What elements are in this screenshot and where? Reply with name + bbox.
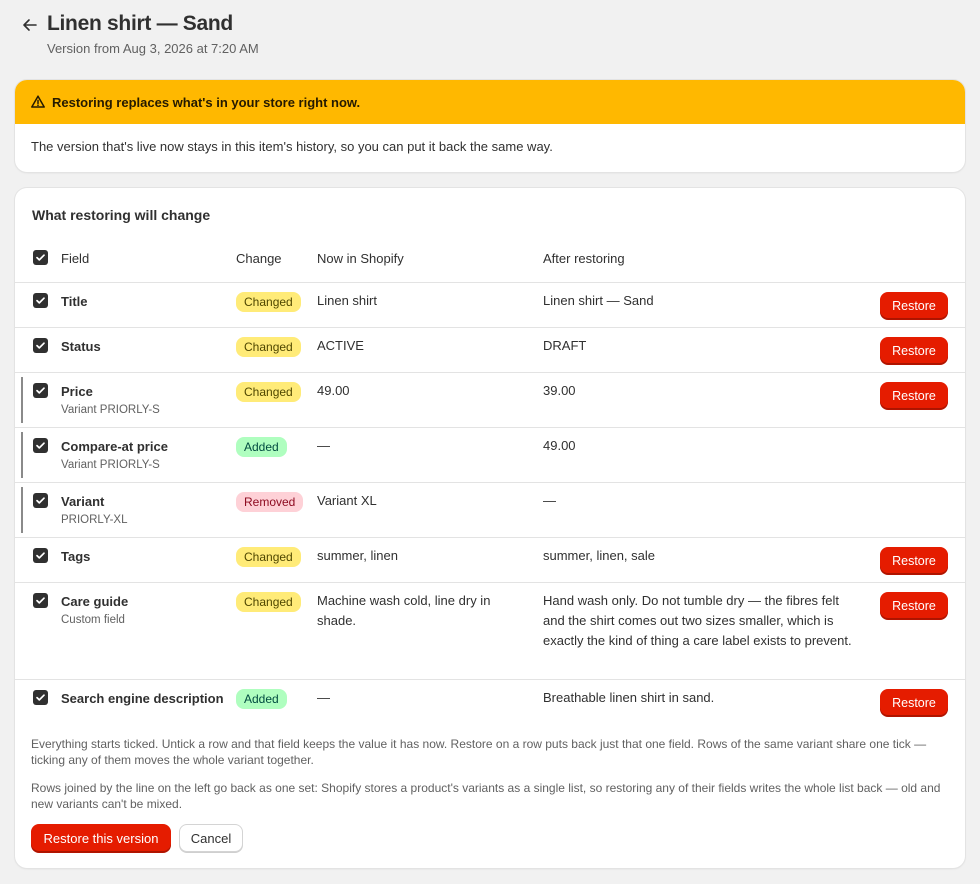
field-name: Care guide [61,594,129,609]
row-restore-button[interactable]: Restore [880,292,948,319]
value-after: 49.00 [543,438,576,453]
cancel-button[interactable]: Cancel [179,824,243,852]
row-checkbox[interactable] [33,493,48,508]
page-title: Linen shirt — Sand [47,12,233,35]
table-row: Price Variant PRIORLY-S Changed 49.00 39.00 R… [15,373,965,428]
column-header-now: Now in Shopify [317,251,404,266]
column-header-field: Field [61,251,90,266]
checkmark-icon [36,694,45,701]
card-title: What restoring will change [32,207,211,223]
row-checkbox[interactable] [33,293,48,308]
checkmark-icon [36,297,45,304]
field-name: Title [61,294,88,309]
field-name: Search engine description [61,691,224,706]
value-now: 49.00 [317,383,350,398]
restore-version-button[interactable]: Restore this version [31,824,171,852]
checkmark-icon [36,387,45,394]
value-now: summer, linen [317,548,398,563]
row-checkbox[interactable] [33,383,48,398]
field-name: Compare-at price [61,439,168,454]
row-checkbox[interactable] [33,593,48,608]
warning-triangle-icon [31,95,45,108]
field-name: Price [61,384,93,399]
row-checkbox[interactable] [33,438,48,453]
value-after: Breathable linen shirt in sand. [543,690,715,705]
table-row: Title Changed Linen shirt Linen shirt — San… [15,283,965,328]
value-after: DRAFT [543,338,587,353]
field-subtitle: Custom field [61,614,125,626]
field-name: Status [61,339,101,354]
footnote-grouping: Rows joined by the line on the left go b… [31,781,941,811]
column-header-after: After restoring [543,251,625,266]
variant-group-line [21,487,23,533]
banner-body: The version that's live now stays in thi… [31,139,553,154]
field-subtitle: Variant PRIORLY-S [61,459,160,471]
banner-header: Restoring replaces what's in your store … [15,80,965,124]
table-row: Search engine description Added — Breathabl… [15,680,965,724]
value-now: — [317,690,330,705]
change-badge: Changed [236,382,301,402]
row-checkbox[interactable] [33,690,48,705]
field-name: Variant [61,494,105,509]
value-after: 39.00 [543,383,576,398]
checkmark-icon [36,552,45,559]
checkmark-icon [36,597,45,604]
field-name: Tags [61,549,91,564]
page-subtitle: Version from Aug 3, 2026 at 7:20 AM [47,41,259,56]
change-badge: Added [236,689,287,709]
row-restore-button[interactable]: Restore [880,547,948,574]
checkmark-icon [36,442,45,449]
table-row: Compare-at price Variant PRIORLY-S Added — 4… [15,428,965,483]
change-badge: Changed [236,547,301,567]
changes-card: What restoring will change Field Change … [15,188,965,868]
warning-banner: Restoring replaces what's in your store … [15,80,965,172]
table-row: Care guide Custom field Changed Machine was… [15,583,965,680]
arrow-left-icon [23,19,37,31]
table-row: Tags Changed summer, linen summer, linen, s… [15,538,965,583]
value-now: — [317,438,330,453]
variant-group-line [21,432,23,478]
field-subtitle: Variant PRIORLY-S [61,404,160,416]
page-header: Linen shirt — Sand Version from Aug 3, 2… [20,12,920,62]
variant-group-line [21,377,23,423]
change-badge: Changed [236,292,301,312]
value-now: Machine wash cold, line dry in shade. [317,593,491,628]
change-badge: Added [236,437,287,457]
value-after: Linen shirt — Sand [543,293,654,308]
row-checkbox[interactable] [33,548,48,563]
checkmark-icon [36,497,45,504]
checkmark-icon [36,342,45,349]
row-restore-button[interactable]: Restore [880,337,948,364]
change-badge: Removed [236,492,304,512]
row-restore-button[interactable]: Restore [880,382,948,409]
change-badge: Changed [236,592,301,612]
value-now: Variant XL [317,493,377,508]
field-subtitle: PRIORLY-XL [61,514,128,526]
value-after: Hand wash only. Do not tumble dry — the … [543,593,852,648]
value-after: — [543,493,556,508]
changes-table: Field Change Now in Shopify After restor… [15,234,965,724]
footnote-selection: Everything starts ticked. Untick a row a… [31,737,927,767]
change-badge: Changed [236,337,301,357]
column-header-change: Change [236,251,282,266]
checkmark-icon [36,254,45,261]
row-restore-button[interactable]: Restore [880,689,948,716]
select-all-checkbox[interactable] [33,250,48,265]
value-now: ACTIVE [317,338,364,353]
table-header-row: Field Change Now in Shopify After restor… [15,234,965,283]
value-now: Linen shirt [317,293,377,308]
value-after: summer, linen, sale [543,548,655,563]
table-row: Status Changed ACTIVE DRAFT Restore [15,328,965,373]
back-button[interactable] [20,15,40,35]
row-checkbox[interactable] [33,338,48,353]
banner-title: Restoring replaces what's in your store … [52,94,361,110]
table-row: Variant PRIORLY-XL Removed Variant XL — [15,483,965,538]
row-restore-button[interactable]: Restore [880,592,948,619]
